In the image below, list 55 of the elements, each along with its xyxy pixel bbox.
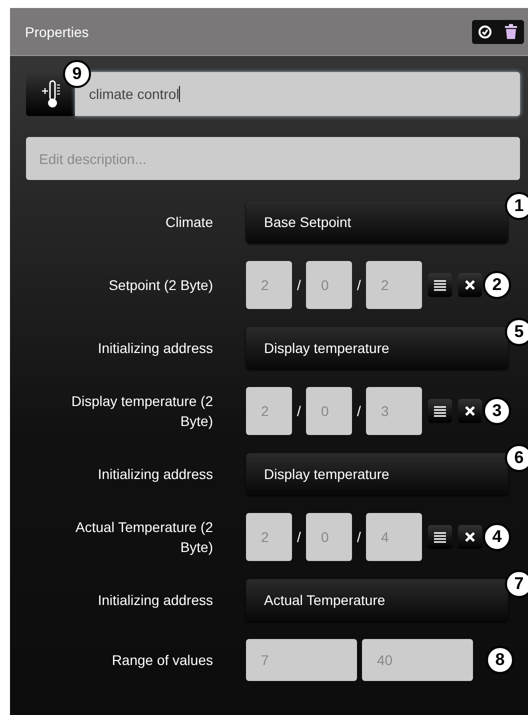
field-label: Actual Temperature (2 Byte) [74, 518, 213, 557]
clear-button[interactable] [458, 525, 482, 549]
list-icon [434, 280, 446, 290]
address-field[interactable]: 0 [306, 387, 352, 435]
field-label: Initializing address [96, 339, 213, 358]
dropdown[interactable]: Display temperature [246, 453, 508, 495]
callout-badge: 8 [486, 646, 514, 674]
address-field[interactable]: 2 [366, 261, 422, 309]
clear-button[interactable] [458, 399, 482, 423]
clear-button[interactable] [458, 273, 482, 297]
list-button[interactable] [428, 525, 452, 549]
dropdown[interactable]: Actual Temperature [246, 579, 508, 621]
panel-title: Properties [25, 24, 89, 40]
field-label: Setpoint (2 Byte) [108, 276, 213, 295]
separator: / [356, 529, 362, 545]
address-field[interactable]: 0 [306, 261, 352, 309]
callout-badge: 9 [63, 60, 91, 88]
field-label: Initializing address [96, 591, 213, 610]
address-field[interactable]: 3 [366, 387, 422, 435]
callout-badge: 6 [505, 444, 528, 472]
list-button[interactable] [428, 273, 452, 297]
range-field[interactable]: 7 [246, 639, 357, 681]
address-field[interactable]: 2 [246, 261, 292, 309]
list-button[interactable] [428, 399, 452, 423]
address-field[interactable]: 2 [246, 513, 292, 561]
field-label: Range of values [110, 651, 213, 670]
field-label: Initializing address [96, 465, 213, 484]
address-field[interactable]: 4 [366, 513, 422, 561]
separator: / [356, 403, 362, 419]
thermometer-icon [40, 79, 62, 109]
callout-badge: 7 [505, 570, 528, 598]
callout-badge: 2 [483, 271, 511, 299]
field-label: Display temperature (2 Byte) [70, 392, 213, 431]
callout-badge: 4 [483, 523, 511, 551]
list-icon [434, 406, 446, 416]
callout-badge: 1 [505, 192, 528, 220]
dropdown[interactable]: Base Setpoint [246, 201, 508, 243]
trash-icon [505, 24, 517, 39]
close-icon [465, 406, 475, 416]
address-field[interactable]: 2 [246, 387, 292, 435]
dropdown[interactable]: Display temperature [246, 327, 508, 369]
separator: / [296, 277, 302, 293]
separator: / [296, 529, 302, 545]
check-circle-icon [478, 24, 492, 38]
close-icon [465, 532, 475, 542]
close-icon [465, 280, 475, 290]
list-icon [434, 532, 446, 542]
separator: / [356, 277, 362, 293]
separator: / [296, 403, 302, 419]
range-field[interactable]: 40 [362, 639, 473, 681]
address-field[interactable]: 0 [306, 513, 352, 561]
description-field[interactable]: Edit description... [26, 137, 520, 180]
callout-badge: 3 [483, 397, 511, 425]
field-label: Climate [164, 213, 213, 232]
callout-badge: 5 [505, 318, 528, 346]
